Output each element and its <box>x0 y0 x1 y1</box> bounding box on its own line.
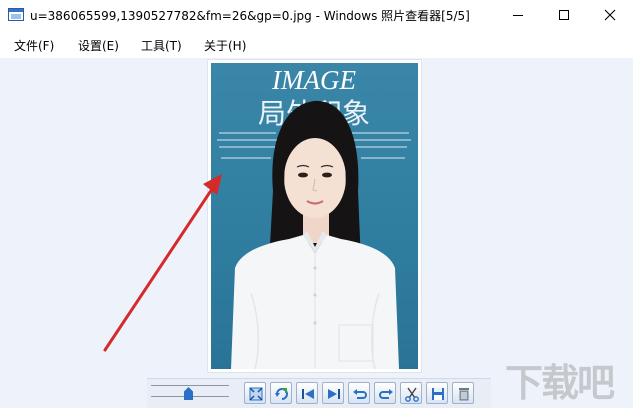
rotate-left-icon <box>353 389 367 399</box>
portrait-image: IMAGE 局外印象 <box>217 65 411 369</box>
save-button[interactable] <box>426 382 448 404</box>
face <box>284 138 346 218</box>
zoom-slider-thumb[interactable] <box>184 387 193 400</box>
fit-to-window-icon <box>249 387 263 401</box>
close-button[interactable] <box>587 0 633 30</box>
photo-frame: IMAGE 局外印象 <box>207 59 422 373</box>
menu-file[interactable]: 文件(F) <box>14 37 54 54</box>
app-icon <box>8 8 24 21</box>
delete-button[interactable] <box>452 382 474 404</box>
watermark-text: 下载吧 <box>505 361 615 405</box>
window-title: u=386065599,1390527782&fm=26&gp=0.jpg - … <box>30 9 470 23</box>
first-image-button[interactable] <box>296 382 318 404</box>
refresh-button[interactable] <box>270 382 292 404</box>
minimize-button[interactable] <box>495 0 541 30</box>
menu-bar: 文件(F) 设置(E) 工具(T) 关于(H) <box>0 30 633 58</box>
rotate-left-button[interactable] <box>348 382 370 404</box>
maximize-icon <box>559 10 569 20</box>
refresh-icon <box>275 388 288 400</box>
fit-to-window-button[interactable] <box>244 382 266 404</box>
title-bar: u=386065599,1390527782&fm=26&gp=0.jpg - … <box>0 0 633 30</box>
maximize-button[interactable] <box>541 0 587 30</box>
poster-title: IMAGE <box>271 65 356 95</box>
cut-button[interactable] <box>400 382 422 404</box>
delete-icon <box>459 388 469 401</box>
rotate-right-icon <box>379 389 393 399</box>
menu-settings[interactable]: 设置(E) <box>78 37 119 54</box>
menu-about[interactable]: 关于(H) <box>204 37 246 54</box>
rotate-right-button[interactable] <box>374 382 396 404</box>
zoom-slider-track[interactable] <box>151 385 229 386</box>
save-icon <box>432 388 444 400</box>
bottom-toolbar <box>147 378 491 408</box>
minimize-icon <box>513 15 523 16</box>
first-image-icon <box>302 389 314 399</box>
last-image-icon <box>328 389 340 399</box>
close-icon <box>604 9 616 21</box>
cut-icon <box>405 387 419 402</box>
photo: IMAGE 局外印象 <box>211 63 418 369</box>
menu-tools[interactable]: 工具(T) <box>141 37 182 54</box>
watermark: 下载吧 <box>505 350 630 408</box>
last-image-button[interactable] <box>322 382 344 404</box>
